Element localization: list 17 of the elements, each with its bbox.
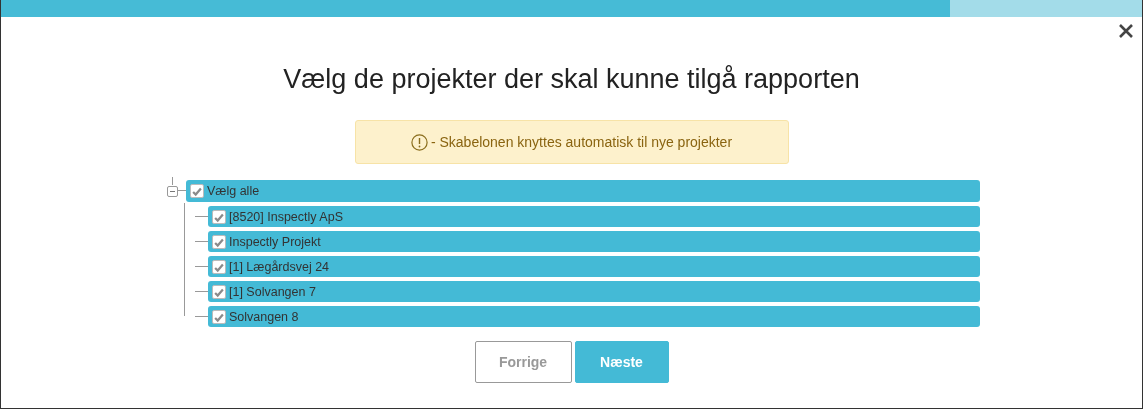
exclamation-icon	[410, 133, 428, 151]
checkbox[interactable]	[212, 234, 226, 249]
dialog-title: Vælg de projekter der skal kunne tilgå rapporten	[282, 63, 861, 96]
tree-item[interactable]: Inspectly Projekt	[208, 231, 980, 252]
alert-text: - Skabelonen knyttes automatisk til nye projekter	[430, 134, 733, 150]
tree-item[interactable]: [1] Solvangen 7	[208, 281, 980, 302]
close-button[interactable]	[1118, 23, 1134, 39]
tree-item[interactable]: Vælg alle	[186, 180, 980, 202]
tree-item[interactable]: Solvangen 8	[208, 306, 980, 327]
checkbox[interactable]	[212, 309, 226, 324]
tree-item[interactable]: [8520] Inspectly ApS	[208, 206, 980, 227]
checkbox[interactable]	[212, 209, 226, 224]
collapse-icon[interactable]	[167, 185, 178, 197]
checkbox[interactable]	[212, 259, 226, 274]
checkbox[interactable]	[190, 184, 204, 198]
tree-item[interactable]: [1] Lægårdsvej 24	[208, 256, 980, 277]
checkbox[interactable]	[212, 284, 226, 299]
